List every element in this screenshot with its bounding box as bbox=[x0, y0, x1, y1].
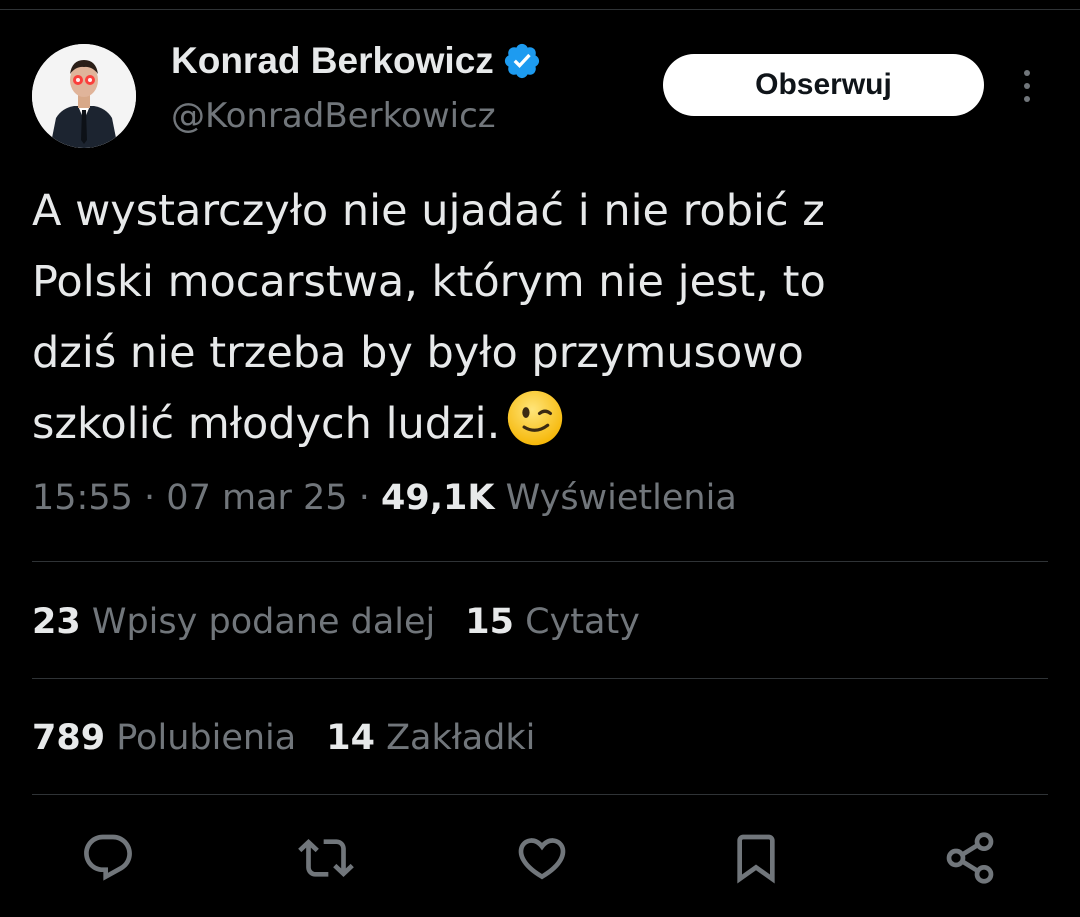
bookmarks-stat[interactable]: 14 Zakładki bbox=[326, 718, 535, 758]
bookmarks-count: 14 bbox=[326, 718, 375, 758]
repost-button[interactable] bbox=[298, 830, 354, 886]
heart-icon bbox=[518, 838, 566, 880]
likes-label: Polubienia bbox=[116, 718, 297, 758]
tweet-time[interactable]: 15:55 bbox=[32, 478, 133, 518]
meta-separator: · bbox=[144, 478, 156, 518]
stats-row-likes-bookmarks: 789 Polubienia 14 Zakładki bbox=[32, 718, 535, 758]
tweet-date[interactable]: 07 mar 25 bbox=[166, 478, 347, 518]
follow-button[interactable]: Obserwuj bbox=[663, 54, 984, 116]
author-handle[interactable]: @KonradBerkowicz bbox=[171, 96, 496, 136]
bookmark-icon bbox=[737, 834, 775, 884]
reposts-count: 23 bbox=[32, 602, 81, 642]
tweet-text-line: A wystarczyło nie ujadać i nie robić z bbox=[32, 186, 825, 236]
bookmarks-label: Zakładki bbox=[386, 718, 536, 758]
more-vertical-icon[interactable] bbox=[1015, 66, 1039, 106]
tweet-text-line-content: szkolić młodych ludzi. bbox=[32, 399, 501, 449]
reposts-stat[interactable]: 23 Wpisy podane dalej bbox=[32, 602, 435, 642]
author-name[interactable]: Konrad Berkowicz bbox=[171, 40, 494, 82]
winking-face-emoji-icon bbox=[508, 390, 563, 446]
reposts-label: Wpisy podane dalej bbox=[91, 602, 436, 642]
likes-count: 789 bbox=[32, 718, 106, 758]
verified-badge-icon bbox=[504, 43, 539, 79]
share-icon bbox=[946, 832, 994, 884]
divider bbox=[32, 794, 1048, 795]
author-name-row[interactable]: Konrad Berkowicz bbox=[171, 40, 542, 82]
views-label: Wyświetlenia bbox=[505, 478, 737, 518]
avatar[interactable] bbox=[32, 44, 136, 148]
repost-icon bbox=[298, 839, 354, 877]
quotes-label: Cytaty bbox=[525, 602, 640, 642]
tweet-text: A wystarczyło nie ujadać i nie robić z P… bbox=[32, 176, 1042, 460]
avatar-image bbox=[32, 44, 136, 148]
meta-separator: · bbox=[358, 478, 370, 518]
top-divider bbox=[0, 9, 1080, 10]
divider bbox=[32, 561, 1048, 562]
stats-row-reposts-quotes: 23 Wpisy podane dalej 15 Cytaty bbox=[32, 602, 640, 642]
likes-stat[interactable]: 789 Polubienia bbox=[32, 718, 296, 758]
reply-button[interactable] bbox=[80, 830, 136, 886]
reply-icon bbox=[84, 834, 132, 881]
like-button[interactable] bbox=[514, 830, 570, 886]
share-button[interactable] bbox=[942, 830, 998, 886]
views-count: 49,1K bbox=[380, 478, 495, 518]
quotes-count: 15 bbox=[465, 602, 514, 642]
bookmark-button[interactable] bbox=[728, 830, 784, 886]
divider bbox=[32, 678, 1048, 679]
quotes-stat[interactable]: 15 Cytaty bbox=[465, 602, 640, 642]
tweet-text-line: Polski mocarstwa, którym nie jest, to bbox=[32, 257, 826, 307]
tweet-text-line-last: szkolić młodych ludzi. bbox=[32, 389, 1042, 460]
tweet-meta: 15:55 · 07 mar 25 · 49,1K Wyświetlenia bbox=[32, 478, 737, 518]
tweet-text-line: dziś nie trzeba by było przymusowo bbox=[32, 328, 804, 378]
